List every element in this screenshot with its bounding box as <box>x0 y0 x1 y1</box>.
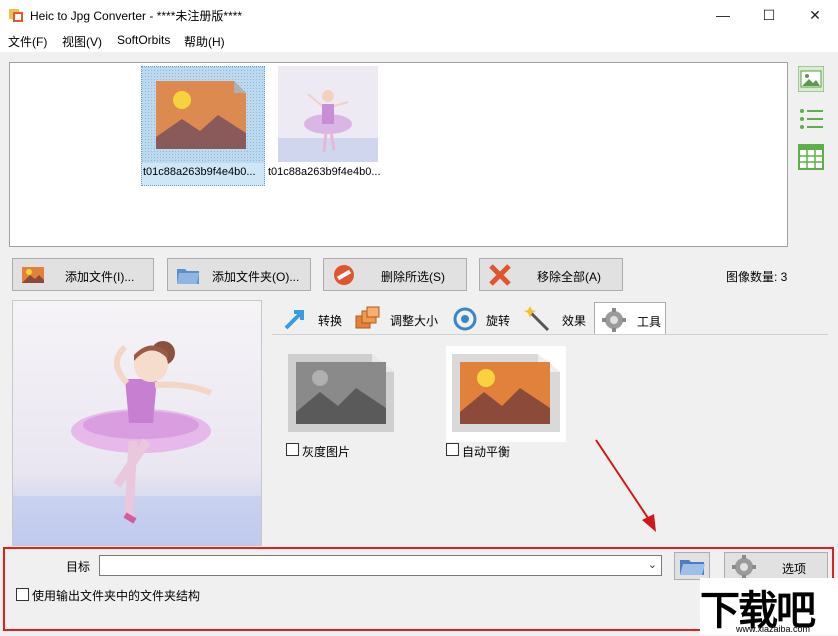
auto-balance-checkbox[interactable] <box>446 443 459 456</box>
convert-arrow-icon <box>284 310 304 330</box>
tab-resize[interactable]: 调整大小 <box>350 302 442 334</box>
app-icon <box>9 9 23 22</box>
browse-folder-button[interactable] <box>674 552 710 580</box>
rotate-icon <box>453 307 477 331</box>
minimize-button[interactable]: — <box>700 0 746 30</box>
chevron-down-icon[interactable]: ⌄ <box>648 558 657 571</box>
add-folder-button[interactable]: 添加文件夹(O)... <box>167 258 311 291</box>
tab-strip: 转换 调整大小 旋转 效果 工具 <box>272 300 828 334</box>
tab-label: 旋转 <box>486 314 511 328</box>
options-button[interactable]: 选项 <box>724 552 828 580</box>
menu-bar: 文件(F) 视图(V) SoftOrbits 帮助(H) <box>0 30 838 52</box>
file-name: t01c88a263b9f4e4b0... <box>268 166 381 178</box>
tab-rotate[interactable]: 旋转 <box>444 302 514 334</box>
close-button[interactable]: ✕ <box>792 0 838 30</box>
list-view-icon[interactable] <box>798 106 824 132</box>
remove-all-label: 移除全部(A) <box>537 270 601 284</box>
title-bar: Heic to Jpg Converter - ****未注册版**** — ☐… <box>0 0 838 30</box>
menu-file[interactable]: 文件(F) <box>8 33 47 50</box>
tab-label: 工具 <box>637 315 662 329</box>
gear-icon <box>732 555 756 579</box>
delete-all-icon <box>489 264 511 286</box>
tab-label: 转换 <box>318 314 343 328</box>
image-icon <box>22 267 44 283</box>
remove-selected-button[interactable]: 删除所选(S) <box>323 258 467 291</box>
thumbnail-view-icon[interactable] <box>798 66 824 92</box>
tab-tools[interactable]: 工具 <box>594 302 666 334</box>
grayscale-label: 灰度图片 <box>302 445 351 459</box>
file-list[interactable]: t01c88a263b9f4e4b0... t01c88a263b9f4e4b0… <box>9 62 788 247</box>
folder-icon <box>177 269 199 284</box>
file-name: t01c88a263b9f4e4b0... <box>143 166 256 178</box>
folder-structure-checkbox[interactable] <box>16 588 29 601</box>
grayscale-checkbox[interactable] <box>286 443 299 456</box>
remove-selected-label: 删除所选(S) <box>381 270 445 284</box>
menu-softorbits[interactable]: SoftOrbits <box>117 33 170 47</box>
maximize-button[interactable]: ☐ <box>746 0 792 30</box>
add-files-button[interactable]: 添加文件(I)... <box>12 258 154 291</box>
magic-wand-icon <box>524 306 550 332</box>
grayscale-effect[interactable]: 灰度图片 <box>286 346 426 461</box>
folder-open-icon <box>680 560 705 575</box>
image-count: 图像数量: 3 <box>726 270 788 284</box>
window-title: Heic to Jpg Converter - ****未注册版**** <box>30 9 243 23</box>
remove-icon <box>334 265 354 285</box>
tab-label: 调整大小 <box>390 314 439 328</box>
grayscale-image-icon <box>286 346 396 442</box>
folder-structure-label: 使用输出文件夹中的文件夹结构 <box>32 589 201 603</box>
image-preview <box>12 300 262 546</box>
auto-balance-effect[interactable]: 自动平衡 <box>446 346 586 461</box>
menu-help[interactable]: 帮助(H) <box>184 33 225 50</box>
resize-icon <box>355 306 380 329</box>
ballerina-thumbnail-image <box>278 66 378 162</box>
image-placeholder-icon <box>142 67 264 163</box>
target-folder-combobox[interactable]: ⌄ <box>99 555 662 576</box>
tab-label: 效果 <box>562 314 587 328</box>
target-label: 目标 <box>66 560 91 574</box>
auto-balance-label: 自动平衡 <box>462 445 511 459</box>
annotation-arrow <box>595 439 656 532</box>
menu-view[interactable]: 视图(V) <box>62 33 102 50</box>
tab-convert[interactable]: 转换 <box>276 302 348 334</box>
grid-view-icon[interactable] <box>798 144 824 170</box>
site-watermark: 下载吧 www.xiazaiba.com <box>700 578 838 635</box>
ballerina-preview-image <box>13 301 261 545</box>
tab-effects[interactable]: 效果 <box>520 302 590 334</box>
auto-balance-image-icon <box>446 346 566 442</box>
watermark-url: www.xiazaiba.com <box>736 624 811 634</box>
options-label: 选项 <box>782 562 807 576</box>
remove-all-button[interactable]: 移除全部(A) <box>479 258 623 291</box>
add-files-label: 添加文件(I)... <box>65 270 135 284</box>
add-folder-label: 添加文件夹(O)... <box>212 270 300 284</box>
gear-icon <box>602 308 626 332</box>
tools-panel: 灰度图片 自动平衡 <box>272 334 828 540</box>
